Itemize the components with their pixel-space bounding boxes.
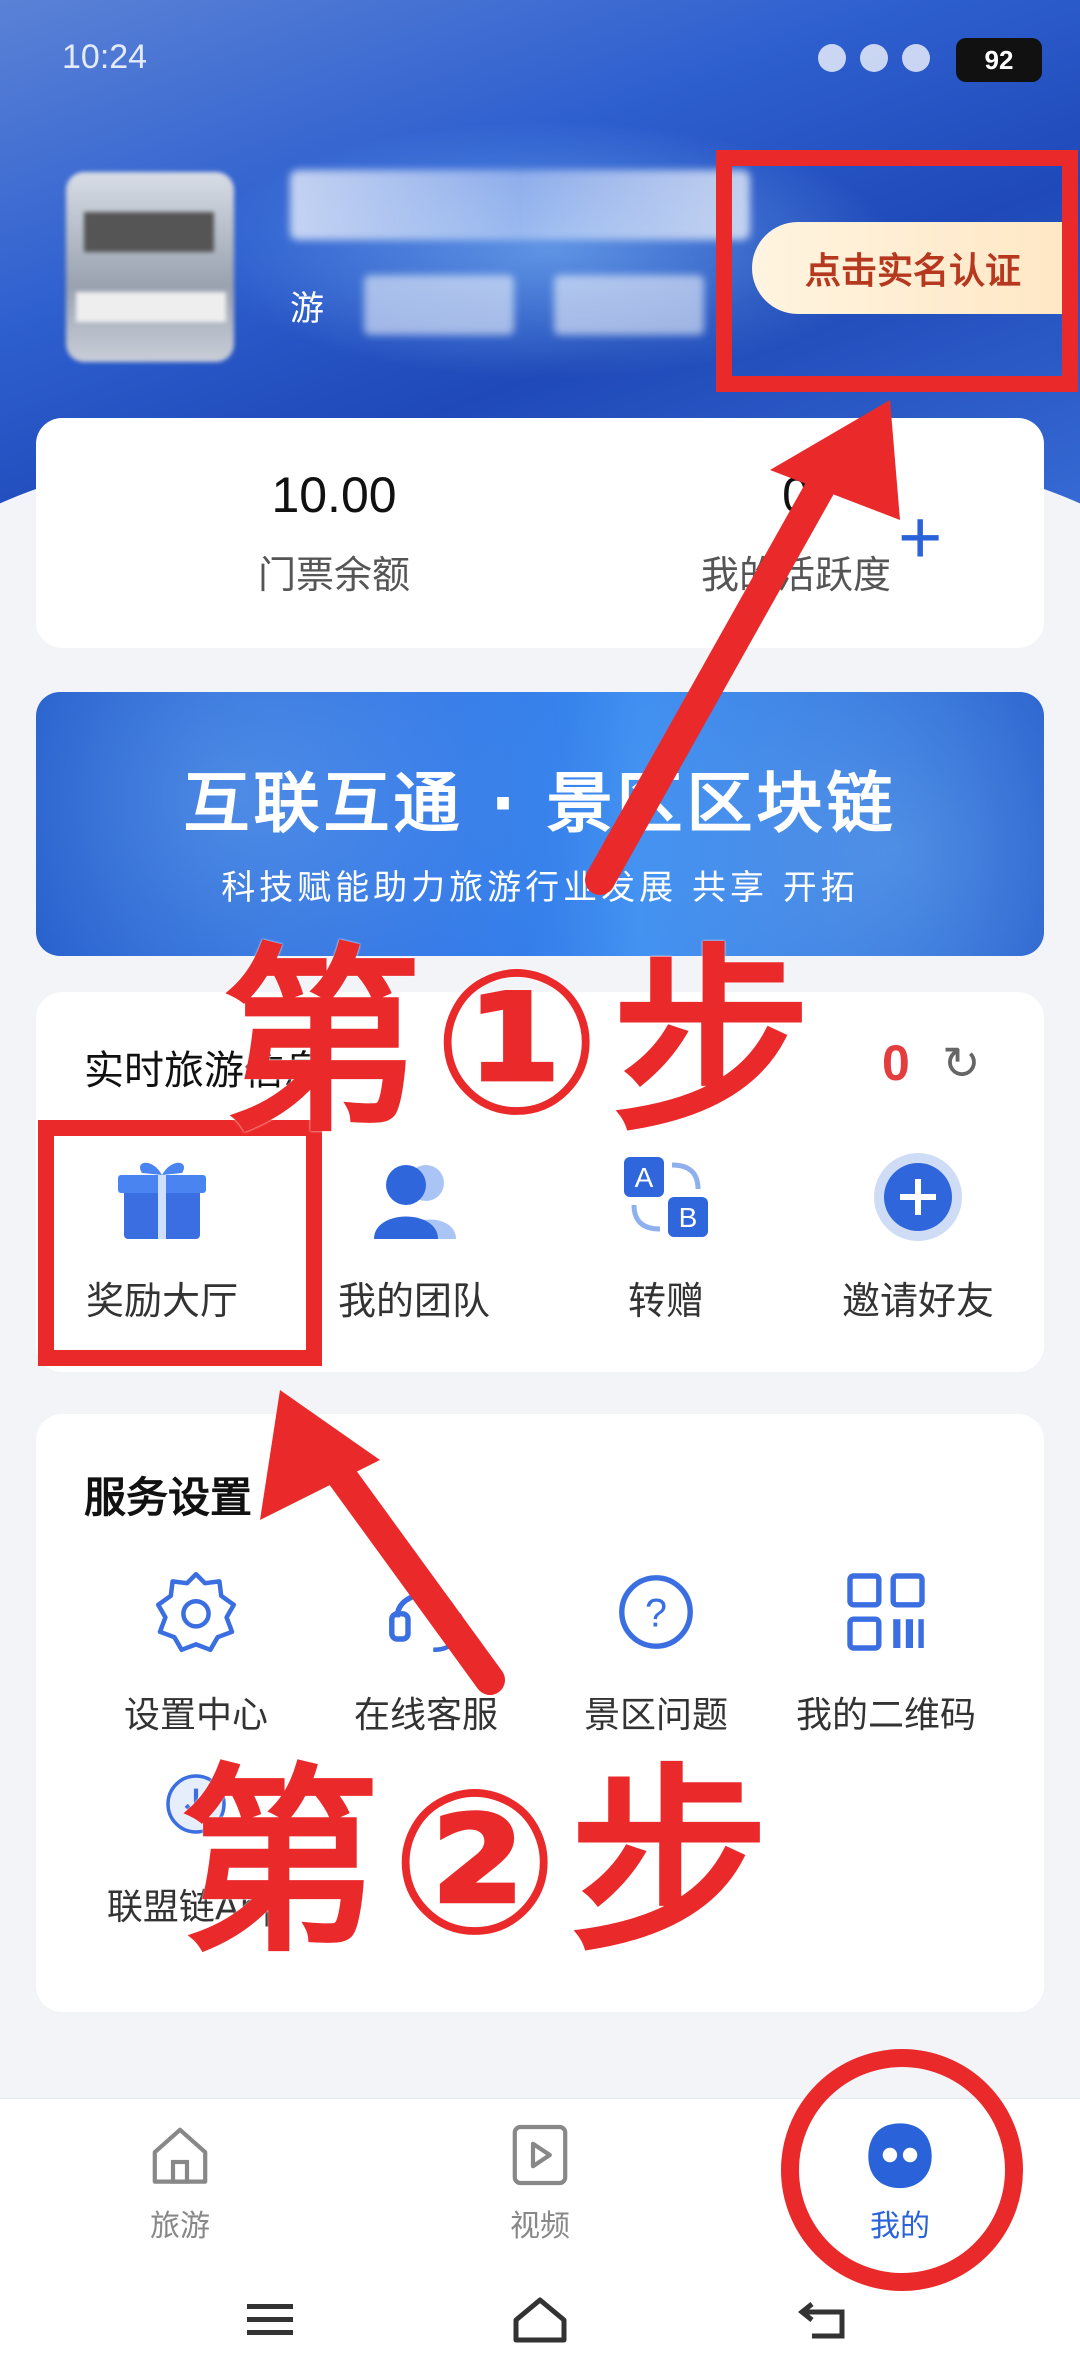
- system-nav-bar: [0, 2268, 1080, 2376]
- video-icon: [440, 2109, 640, 2201]
- my-qrcode-label: 我的二维码: [795, 1695, 976, 1736]
- invite-icon: [792, 1142, 1044, 1252]
- gear-icon: [80, 1562, 312, 1662]
- menu-icon[interactable]: [230, 2290, 310, 2350]
- transfer-label: 转赠: [627, 1279, 704, 1323]
- stats-card: 10.00 门票余额 0 我的活跃度 +: [36, 418, 1044, 648]
- redacted-block: [364, 275, 514, 335]
- annotation-step-1: 第①步: [222, 927, 822, 1160]
- home-system-icon[interactable]: [500, 2290, 580, 2350]
- nav-tab-travel-label: 旅游: [150, 2209, 210, 2244]
- svg-text:B: B: [679, 1202, 698, 1233]
- verify-identity-button[interactable]: 点击实名认证: [752, 222, 1074, 314]
- profile-face-icon: [800, 2109, 1000, 2201]
- profile-subinfo: 游: [290, 260, 710, 350]
- notification-icon: [902, 44, 930, 72]
- banner-title: 互联互通 · 景区区块链: [183, 765, 897, 842]
- nav-tab-mine-label: 我的: [870, 2209, 930, 2244]
- battery-indicator: 92: [956, 38, 1042, 82]
- nav-tab-travel[interactable]: 旅游: [80, 2109, 280, 2245]
- realtime-count: 0: [882, 1035, 910, 1091]
- profile-name-redacted: [290, 170, 750, 240]
- qrcode-icon: [770, 1562, 1002, 1662]
- add-icon[interactable]: +: [898, 500, 942, 576]
- signal-icon: [818, 44, 846, 72]
- home-icon: [80, 2109, 280, 2201]
- status-bar: 10:24 92: [0, 0, 1080, 120]
- nav-tab-video-label: 视频: [510, 2209, 570, 2244]
- ticket-balance-value: 10.00: [271, 467, 397, 523]
- invite-friends-button[interactable]: 邀请好友: [792, 1142, 1044, 1325]
- redacted-block: [554, 275, 704, 335]
- ticket-balance[interactable]: 10.00 门票余额: [184, 466, 484, 599]
- question-icon: ?: [540, 1562, 772, 1662]
- my-team-label: 我的团队: [337, 1279, 490, 1323]
- invite-friends-label: 邀请好友: [841, 1279, 994, 1323]
- nav-tab-video[interactable]: 视频: [440, 2109, 640, 2245]
- avatar[interactable]: [66, 172, 234, 362]
- headset-icon: [310, 1562, 542, 1662]
- wifi-icon: [860, 44, 888, 72]
- my-qrcode-button[interactable]: 我的二维码: [770, 1562, 1002, 1738]
- bottom-nav: 旅游 视频 我的: [0, 2098, 1080, 2268]
- ticket-balance-label: 门票余额: [257, 553, 410, 597]
- refresh-icon[interactable]: ↻: [942, 1036, 981, 1090]
- profile-sub-label: 游: [290, 288, 324, 329]
- reward-hall-label: 奖励大厅: [85, 1279, 238, 1323]
- status-icons: [818, 44, 930, 72]
- nav-tab-mine[interactable]: 我的: [800, 2109, 1000, 2245]
- status-time: 10:24: [62, 38, 148, 76]
- annotation-step-2: 第②步: [180, 1747, 780, 1980]
- service-settings-title: 服务设置: [84, 1473, 253, 1522]
- back-icon[interactable]: [784, 2290, 864, 2350]
- svg-text:?: ?: [645, 1591, 667, 1635]
